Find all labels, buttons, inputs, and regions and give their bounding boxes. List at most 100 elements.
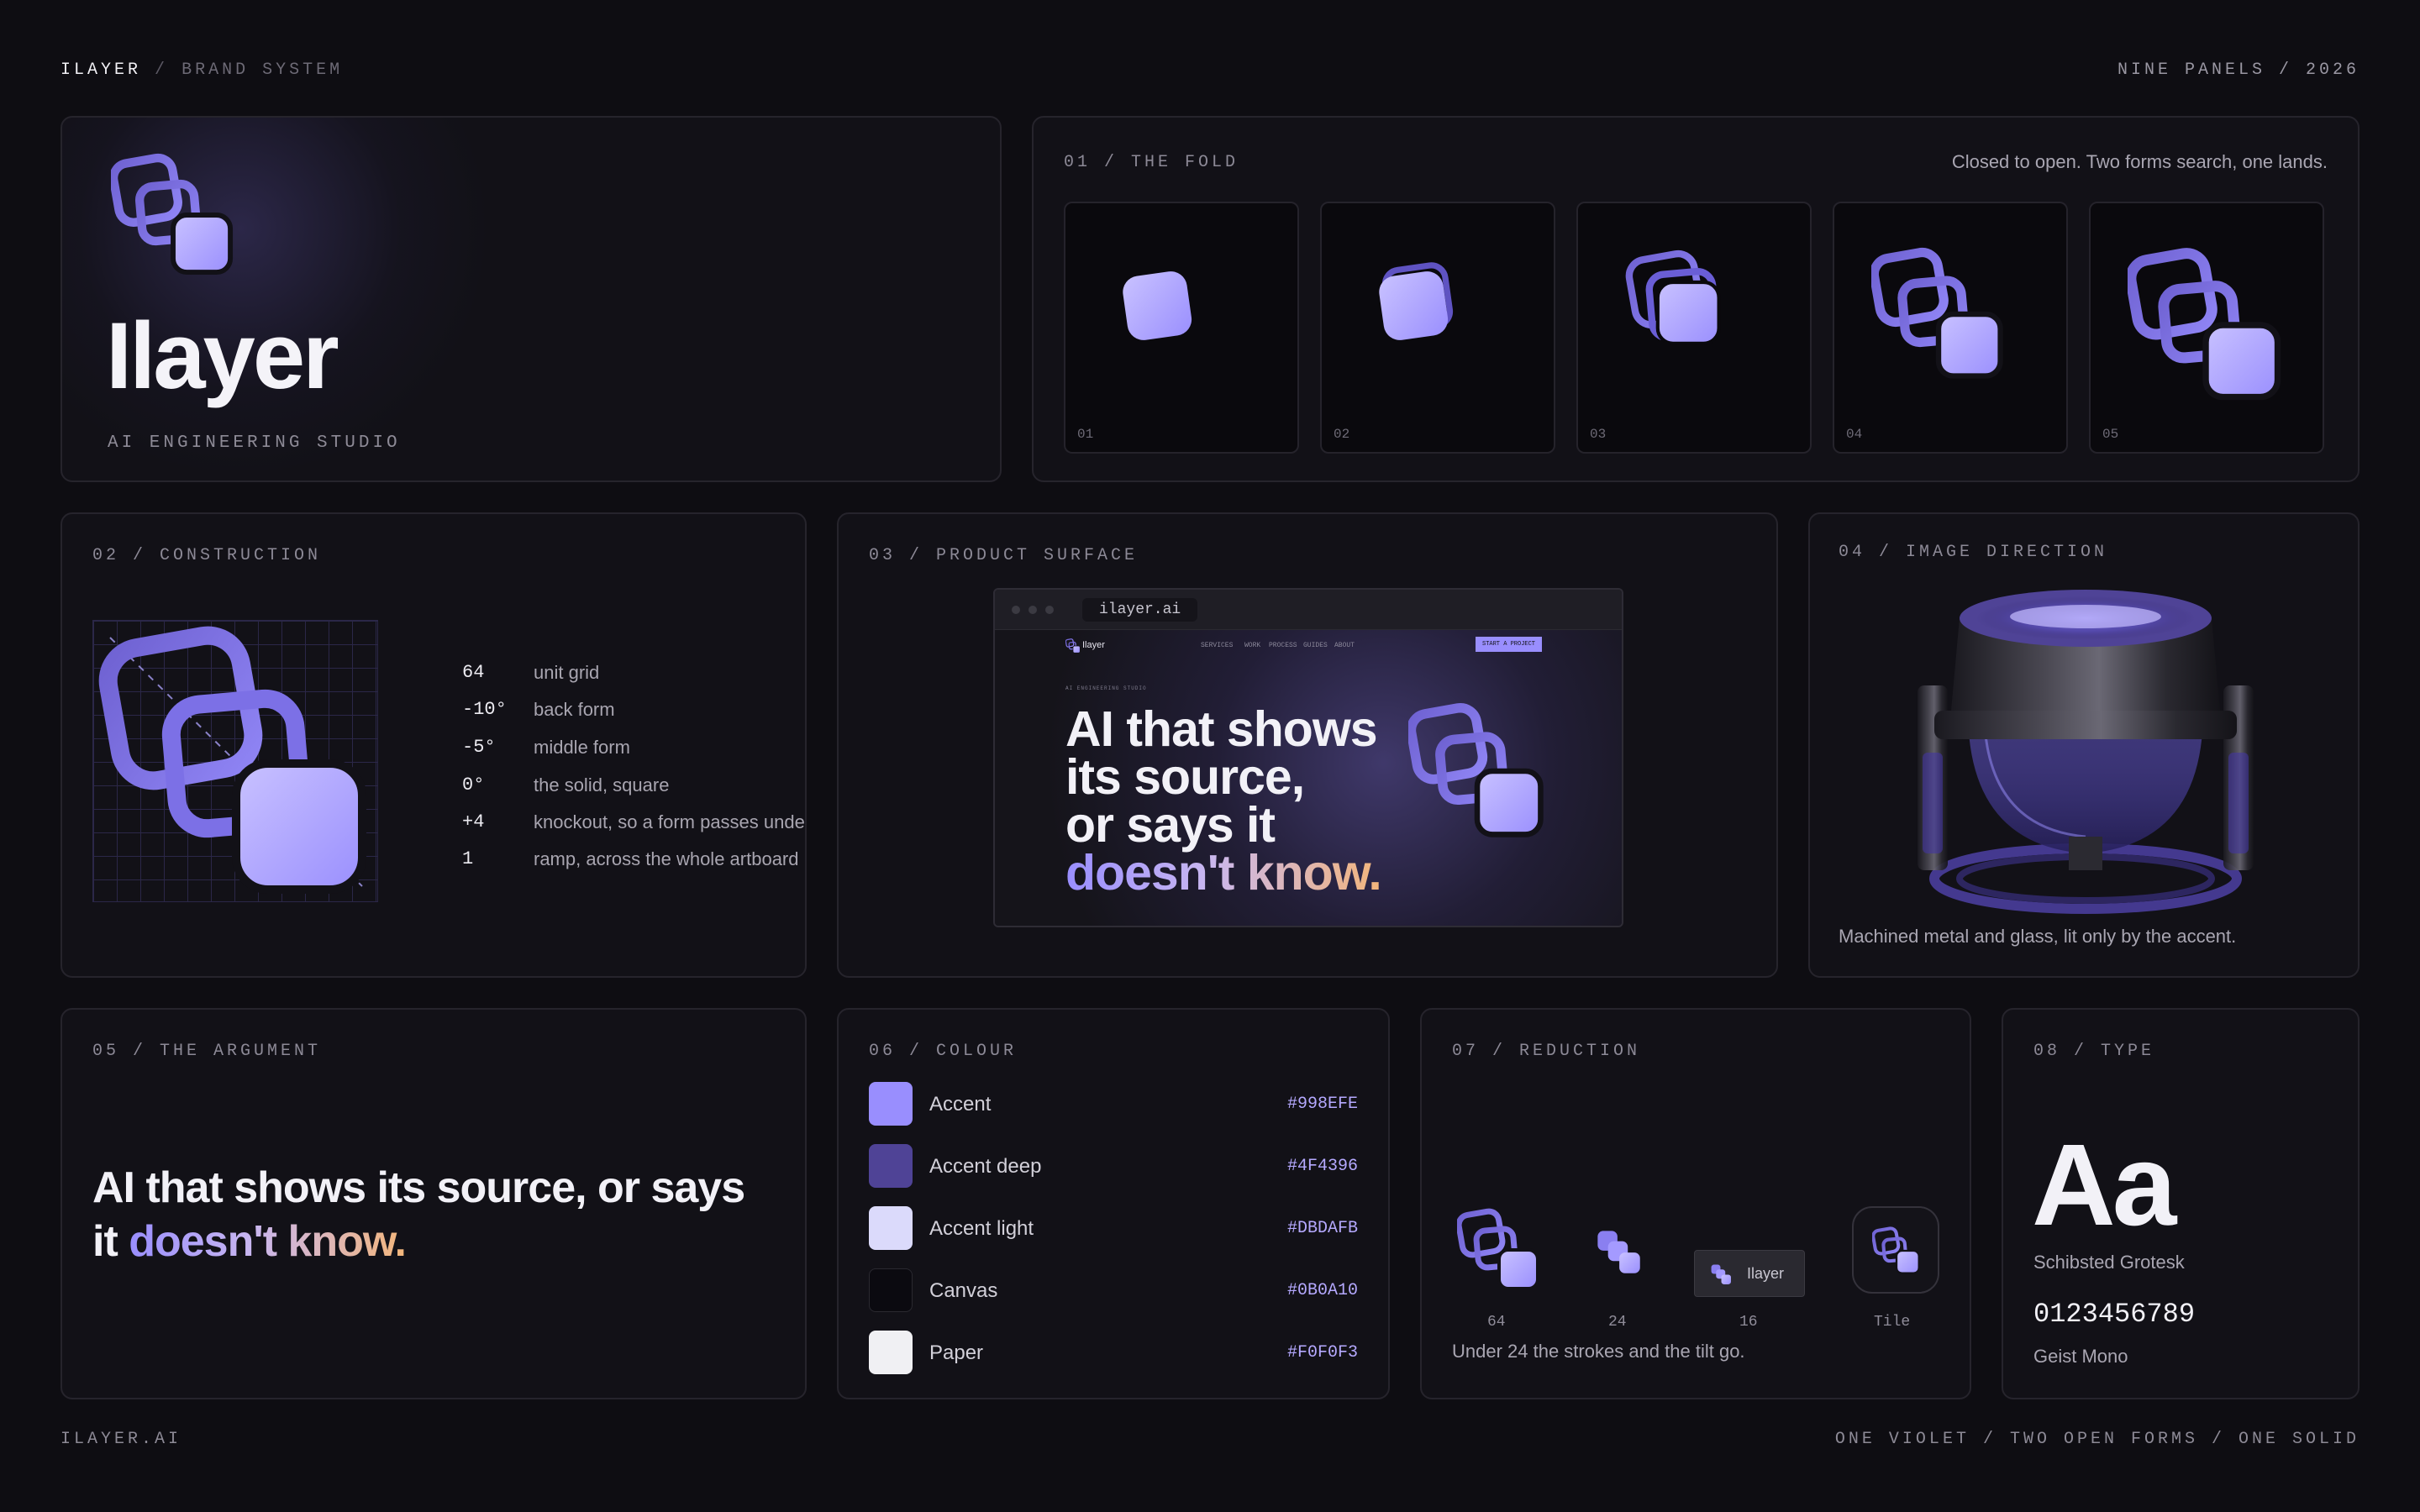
fold-step-3-icon [1625,249,1721,345]
swatch-accent-light: Accent light #DBDAFB [869,1206,1358,1252]
mark-16-icon [1711,1264,1731,1284]
fold-step-2-icon [1379,262,1454,340]
spec-desc: knockout, so a form passes under [534,811,807,832]
spec-value: 0° [462,774,485,795]
brand-header: ILAYER / BRAND SYSTEM [60,60,343,80]
argument-line: AI that shows its source, or says [92,1163,745,1212]
fold-step-1-icon [1123,271,1192,340]
fold-panel: 01 / THE FOLD Closed to open. Two forms … [1032,116,2360,482]
image-direction-caption: Machined metal and glass, lit only by th… [1839,926,2237,947]
product-label: 03 / PRODUCT SURFACE [869,546,1139,565]
nav-process[interactable]: PROCESS [1269,642,1297,649]
swatch-hex: #4F4396 [1286,1157,1358,1176]
browser-chrome: ilayer.ai [995,590,1622,630]
swatch-chip [869,1268,913,1312]
argument-label: 05 / THE ARGUMENT [92,1042,322,1061]
spec-desc: the solid, square [534,774,670,795]
spec-desc: unit grid [534,662,600,683]
swatch-name: Canvas [929,1279,998,1302]
fold-caption: Closed to open. Two forms search, one la… [1951,151,2328,172]
fold-frame-2: 02 [1320,202,1555,454]
nav-services[interactable]: SERVICES [1201,642,1233,649]
type-label: 08 / TYPE [2033,1042,2155,1061]
swatch-name: Accent deep [929,1155,1042,1178]
spec-desc: middle form [534,737,630,758]
start-project-button[interactable]: START A PROJECT [1476,637,1543,652]
url-bar[interactable]: ilayer.ai [1082,598,1198,622]
header-separator: / [155,60,169,80]
fold-label: 01 / THE FOLD [1064,153,1239,172]
footer-domain: ILAYER.AI [60,1430,182,1449]
type-specimen: Aa [2032,1121,2176,1250]
spec-desc: back form [534,699,615,720]
swatch-chip [869,1206,913,1250]
argument-line: it doesn't know. [92,1215,798,1268]
tile-mark-icon [1872,1226,1921,1275]
window-dot-icon [1028,606,1037,614]
hero-panel: Ilayer AI ENGINEERING STUDIO [60,116,1002,482]
construction-label: 02 / CONSTRUCTION [92,546,322,565]
digit-specimen: 0123456789 [2033,1299,2196,1330]
window-dot-icon [1045,606,1054,614]
swatch-name: Accent light [929,1217,1034,1240]
fold-frame-3: 03 [1576,202,1812,454]
fold-frame-1: 01 [1064,202,1299,454]
product-surface-panel: 03 / PRODUCT SURFACE ilayer.ai Ilayer SE… [837,512,1778,978]
reduction-caption: Under 24 the strokes and the tilt go. [1452,1341,1745,1362]
footer-principle: ONE VIOLET / TWO OPEN FORMS / ONE SOLID [1834,1430,2360,1449]
swatch-name: Paper [929,1341,984,1364]
swatch-name: Accent [929,1093,992,1116]
nav-guides[interactable]: GUIDES [1303,642,1328,649]
colour-panel: 06 / COLOUR Accent #998EFE Accent deep #… [837,1008,1390,1399]
colour-label: 06 / COLOUR [869,1042,1018,1061]
spec-desc: ramp, across the whole artboard [534,848,799,869]
nav-chip: Ilayer [1694,1250,1805,1297]
fold-frame-5: 05 [2089,202,2324,454]
fold-step-4-icon [1871,247,2006,381]
swatch-chip [869,1082,913,1126]
reactor-render-image [1918,590,2254,914]
argument-statement: AI that shows its source, or says it doe… [92,1161,798,1268]
size-label-tile: Tile [1874,1314,1911,1331]
swatch-chip [869,1144,913,1188]
image-direction-label: 04 / IMAGE DIRECTION [1839,543,2108,562]
site-headline-line: or says it [1065,797,1276,853]
mark-64-icon [1457,1208,1541,1292]
reduction-label: 07 / REDUCTION [1452,1042,1641,1061]
spec-list: 64 unit grid -10° back form -5° middle form… [462,662,805,880]
size-label-64: 64 [1487,1314,1506,1331]
site-headline: AI that shows its source, or says it doe… [1065,705,1382,900]
swatch-hex: #DBDAFB [1286,1219,1358,1238]
swatch-accent: Accent #998EFE [869,1082,1358,1127]
hero-tagline: AI ENGINEERING STUDIO [108,433,401,453]
logo-mark-icon [111,153,235,277]
fold-frame-number: 04 [1846,427,1863,442]
construction-grid [92,620,378,902]
nav-work[interactable]: WORK [1244,642,1260,649]
site-hero-mark-icon [1408,702,1546,840]
site-brand[interactable]: Ilayer [1082,640,1105,650]
nav-chip-label: Ilayer [1747,1265,1785,1282]
spec-value: -10° [462,699,507,720]
header-section: BRAND SYSTEM [182,60,344,80]
window-dot-icon [1012,606,1020,614]
swatch-hex: #0B0A10 [1286,1281,1358,1300]
construction-panel: 02 / CONSTRUCTION 64 unit grid -10° back f… [60,512,807,978]
spec-value: +4 [462,811,485,832]
swatch-canvas: Canvas #0B0A10 [869,1268,1358,1314]
brand-name: ILAYER [60,60,142,80]
construction-diagram-icon [98,626,366,894]
wordmark: Ilayer [106,303,339,408]
size-label-16: 16 [1739,1314,1758,1331]
fold-frame-number: 05 [2102,427,2119,442]
nav-about[interactable]: ABOUT [1334,642,1355,649]
type-panel: 08 / TYPE Aa Schibsted Grotesk 012345678… [2002,1008,2360,1399]
site-eyebrow: AI ENGINEERING STUDIO [1065,685,1147,691]
fold-frame-number: 02 [1334,427,1350,442]
image-direction-panel: 04 / IMAGE DIRECTION Machined metal and … [1808,512,2360,978]
browser-mockup: ilayer.ai Ilayer SERVICES WORK PROCESS G… [993,588,1623,927]
mark-24-icon [1597,1231,1640,1273]
swatch-paper: Paper #F0F0F3 [869,1331,1358,1376]
site-headline-highlight: doesn't know. [1065,845,1382,900]
header-meta: NINE PANELS / 2026 [2117,60,2360,80]
